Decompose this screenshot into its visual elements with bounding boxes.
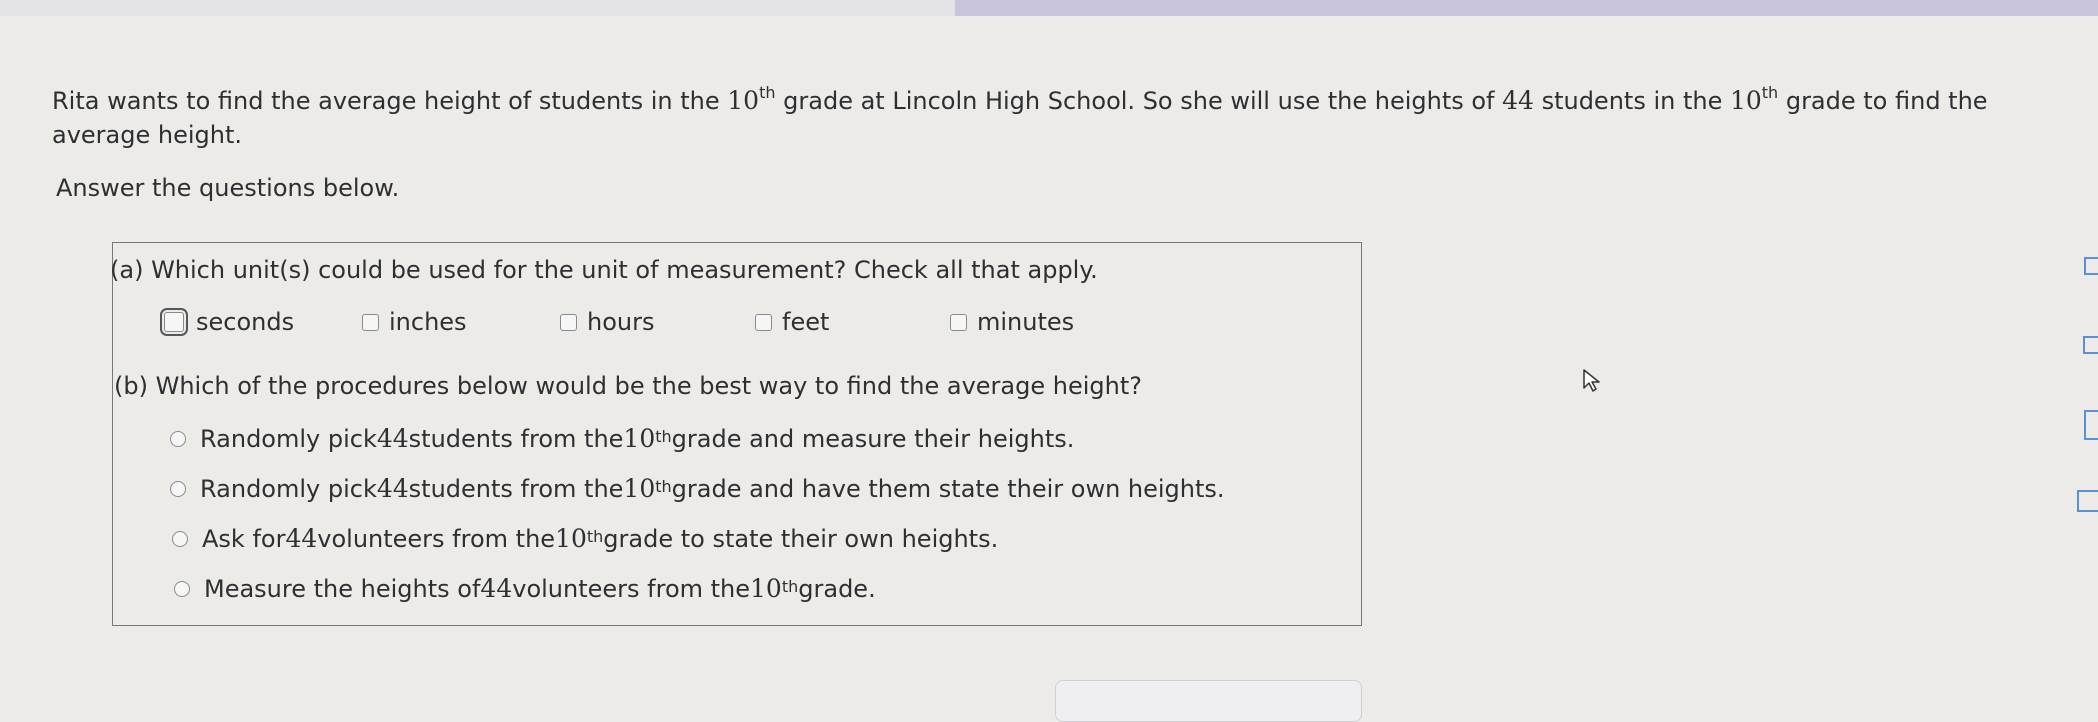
option-text: grade and measure their heights. [671,424,1075,453]
checkbox-inches[interactable]: inches [362,308,467,336]
checkbox-icon[interactable] [560,313,577,331]
option-count: 44 [376,424,409,453]
option-grade: 10 [623,424,656,453]
checkbox-label: minutes [977,308,1075,336]
procedure-option-3[interactable]: Ask for 44 volunteers from the 10th grad… [172,524,998,553]
problem-text-2: grade at Lincoln High School. So she wil… [775,87,1503,115]
grade-suffix: th [655,427,672,446]
instructions: Answer the questions below. [56,174,400,202]
problem-text-3: students in the [1533,87,1730,115]
checkbox-hours[interactable]: hours [560,308,654,336]
option-text: Ask for [202,524,286,553]
problem-statement: Rita wants to find the average height of… [52,78,2042,152]
grade-suffix: th [1761,83,1779,102]
grade-suffix: th [586,527,604,546]
grade-number: 10 [727,86,760,115]
radio-button[interactable] [172,530,188,547]
checkbox-label: inches [389,308,467,336]
grade-suffix: th [655,477,672,496]
top-bar-accent [955,0,2098,16]
checkbox-icon[interactable] [160,308,188,336]
checkbox-icon[interactable] [362,313,379,331]
option-count: 44 [285,524,318,553]
checkbox-icon[interactable] [755,313,772,331]
option-text: students from the [408,474,624,503]
checkbox-label: feet [782,308,830,336]
option-text: volunteers from the [512,574,751,603]
radio-button[interactable] [174,580,190,597]
checkbox-icon[interactable] [950,313,967,331]
option-grade: 10 [555,524,587,553]
procedure-option-1[interactable]: Randomly pick 44 students from the 10th … [170,424,1074,453]
checkbox-minutes[interactable]: minutes [950,308,1074,336]
option-count: 44 [480,574,513,603]
checkbox-label: hours [587,308,655,336]
mouse-cursor-icon [1583,369,1600,392]
question-b: (b) Which of the procedures below would … [114,372,1142,400]
problem-text-5: average height. [52,121,243,149]
option-text: Randomly pick [200,424,377,453]
bottom-button[interactable] [1055,680,1362,722]
calculator-icon[interactable] [2084,410,2098,440]
radio-button[interactable] [170,430,186,447]
unit-checkbox-group: seconds inches hours feet minutes [0,308,1362,348]
option-text: students from the [408,424,624,453]
option-text: grade and have them state their own heig… [671,474,1225,503]
problem-text-1: Rita wants to find the average height of… [52,87,728,115]
side-tool-icon[interactable] [2083,336,2098,354]
grade-suffix: th [781,577,799,596]
option-text: volunteers from the [317,524,556,553]
procedure-option-2[interactable]: Randomly pick 44 students from the 10th … [170,474,1225,503]
option-text: grade to state their own heights. [603,524,999,553]
option-grade: 10 [750,574,782,603]
option-grade: 10 [623,474,656,503]
problem-text-4: grade to find the [1778,87,1988,115]
student-count: 44 [1502,86,1534,115]
option-count: 44 [376,474,409,503]
option-text: Measure the heights of [204,574,481,603]
grade-suffix: th [759,83,776,102]
question-a: (a) Which unit(s) could be used for the … [110,256,1098,284]
checkbox-feet[interactable]: feet [755,308,829,336]
procedure-option-4[interactable]: Measure the heights of 44 volunteers fro… [174,574,876,603]
option-text: grade. [798,574,876,603]
checkbox-seconds[interactable]: seconds [160,308,294,336]
mail-icon[interactable] [2077,490,2098,512]
side-tool-icon[interactable] [2084,257,2098,275]
radio-button[interactable] [170,480,186,497]
top-bar [0,0,955,16]
grade-number: 10 [1729,86,1762,115]
checkbox-label: seconds [196,308,295,336]
option-text: Randomly pick [200,474,377,503]
